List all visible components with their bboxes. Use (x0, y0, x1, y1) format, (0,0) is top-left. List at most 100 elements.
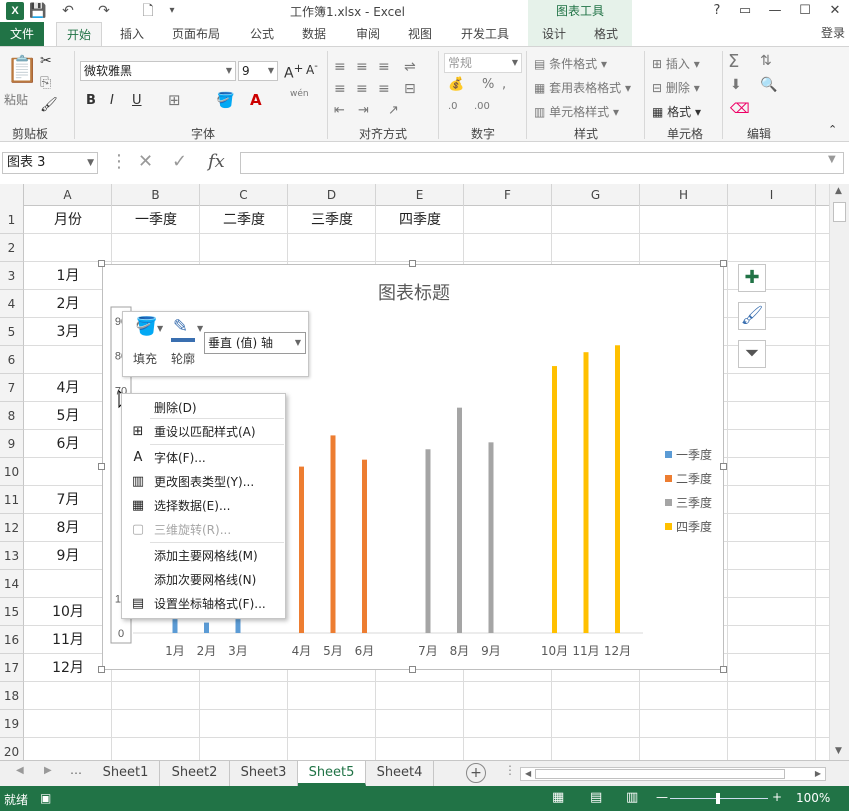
x-tick-label[interactable]: 11月 (572, 644, 599, 658)
align-left-icon[interactable]: ≡ (334, 81, 346, 97)
increase-indent-icon[interactable]: ⇥ (358, 103, 369, 118)
outline-label[interactable]: 轮廓 (171, 350, 195, 367)
tab-data[interactable]: 数据 (292, 22, 336, 46)
tab-review[interactable]: 审阅 (346, 22, 390, 46)
scroll-left-icon[interactable]: ◀ (525, 769, 531, 778)
bold-button[interactable]: B (86, 93, 96, 108)
cell-b1[interactable]: 一季度 (112, 206, 200, 234)
horizontal-scrollbar[interactable]: ◀ ▶ (520, 767, 826, 781)
redo-icon[interactable]: ↷ (94, 2, 114, 20)
paste-icon[interactable]: 📋 (6, 55, 38, 85)
cell-c1[interactable]: 二季度 (200, 206, 288, 234)
row-header[interactable]: 20 (0, 738, 24, 760)
x-tick-label[interactable]: 9月 (481, 644, 501, 658)
formula-input[interactable] (240, 152, 844, 174)
tab-file[interactable]: 文件 (0, 22, 44, 46)
comma-style-icon[interactable]: , (502, 77, 506, 92)
sheet-tab[interactable]: Sheet1 (92, 761, 160, 786)
chevron-down-icon[interactable]: ▼ (157, 324, 163, 333)
scroll-right-icon[interactable]: ▶ (815, 769, 821, 778)
font-color-icon[interactable]: A (250, 91, 262, 109)
column-header[interactable]: D (288, 184, 376, 206)
sheet-tab[interactable]: Sheet4 (366, 761, 434, 786)
cell-a1[interactable]: 月份 (24, 206, 112, 234)
font-size-combo[interactable]: 9 ▼ (238, 61, 278, 81)
bar-3-7[interactable] (425, 449, 431, 633)
chevron-down-icon[interactable]: ▼ (197, 324, 203, 333)
paste-button-label[interactable]: 粘贴 (4, 91, 28, 108)
page-layout-view-icon[interactable]: ▤ (590, 790, 602, 805)
cell-styles-button[interactable]: ▥ 单元格样式 ▾ (534, 103, 619, 120)
scroll-right-icon[interactable]: ▶ (44, 765, 52, 776)
bar-1-2[interactable] (204, 622, 209, 633)
scrollbar-thumb[interactable] (833, 202, 846, 222)
bar-3-9[interactable] (488, 442, 494, 633)
fill-down-icon[interactable]: ⬇ (730, 77, 742, 93)
decrease-decimal-icon[interactable]: .00 (474, 101, 490, 112)
x-tick-label[interactable]: 10月 (541, 644, 568, 658)
scroll-down-icon[interactable]: ▼ (835, 746, 842, 756)
row-header[interactable]: 18 (0, 682, 24, 710)
insert-cells-button[interactable]: ⊞ 插入 ▾ (652, 55, 700, 72)
font-name-combo[interactable]: 微软雅黑 ▼ (80, 61, 236, 81)
x-tick-label[interactable]: 2月 (197, 644, 217, 658)
scrollbar-thumb[interactable] (535, 769, 785, 779)
cell-e1[interactable]: 四季度 (376, 206, 464, 234)
ribbon-display-options-button[interactable]: ▭ (732, 1, 758, 21)
increase-font-icon[interactable]: A+ (284, 61, 303, 82)
row-header[interactable]: 4 (0, 290, 24, 318)
x-tick-label[interactable]: 8月 (450, 644, 470, 658)
cell-d1[interactable]: 三季度 (288, 206, 376, 234)
underline-button[interactable]: U (132, 93, 142, 108)
fill-color-icon[interactable]: 🪣 (216, 91, 235, 109)
borders-icon[interactable]: ⊞ (168, 91, 181, 109)
chart-styles-button[interactable]: 🖌 (738, 302, 766, 330)
x-tick-label[interactable]: 5月 (323, 644, 343, 658)
find-select-icon[interactable]: 🔍 (760, 77, 777, 93)
cell-a16[interactable]: 11月 (24, 626, 112, 654)
wrap-text-icon[interactable]: ⇌ (404, 59, 416, 75)
tab-developer[interactable]: 开发工具 (450, 22, 520, 46)
bar-2-5[interactable] (330, 435, 336, 633)
cut-icon[interactable]: ✂ (40, 53, 52, 69)
expand-formula-icon[interactable]: ▼ (828, 154, 836, 165)
save-icon[interactable]: 💾 (28, 2, 48, 20)
cancel-icon[interactable]: ✕ (138, 151, 153, 172)
zoom-in-icon[interactable]: + (772, 790, 782, 804)
undo-icon[interactable]: ↶ (58, 2, 78, 20)
print-preview-icon[interactable]: 🗋 (138, 2, 158, 20)
conditional-format-button[interactable]: ▤ 条件格式 ▾ (534, 55, 607, 72)
chart-element-select[interactable]: 垂直 (值) 轴 ▼ (204, 332, 306, 354)
cell-a4[interactable]: 2月 (24, 290, 112, 318)
y-tick-label[interactable]: 0 (118, 628, 124, 640)
cell-a12[interactable]: 8月 (24, 514, 112, 542)
align-center-icon[interactable]: ≡ (356, 81, 368, 97)
bar-3-8[interactable] (457, 407, 462, 633)
orientation-icon[interactable]: ↗ (388, 103, 399, 118)
row-header[interactable]: 15 (0, 598, 24, 626)
resize-handle[interactable] (409, 260, 416, 267)
scroll-left-icon[interactable]: ◀ (16, 765, 24, 776)
bar-4-12[interactable] (615, 345, 620, 633)
cell-a8[interactable]: 5月 (24, 402, 112, 430)
context-menu-item[interactable]: ▦ 选择数据(E)... (122, 494, 285, 518)
page-break-view-icon[interactable]: ▥ (626, 790, 638, 805)
delete-cells-button[interactable]: ⊟ 删除 ▾ (652, 79, 700, 96)
fill-label[interactable]: 填充 (133, 350, 157, 367)
close-button[interactable]: ✕ (822, 1, 848, 21)
context-menu-item[interactable]: ▤ 设置坐标轴格式(F)... (122, 592, 285, 616)
row-header[interactable]: 5 (0, 318, 24, 346)
context-menu-item[interactable]: ▥ 更改图表类型(Y)... (122, 470, 285, 494)
outline-pen-icon[interactable]: ✎ (173, 316, 188, 337)
tab-view[interactable]: 视图 (398, 22, 442, 46)
x-tick-label[interactable]: 3月 (228, 644, 248, 658)
context-menu-item[interactable]: A 字体(F)... (122, 446, 285, 470)
login-link[interactable]: 登录 (821, 24, 845, 41)
legend-entry[interactable]: 一季度 (676, 447, 712, 462)
accounting-format-icon[interactable]: 💰 (448, 77, 464, 92)
enter-icon[interactable]: ✓ (172, 151, 187, 172)
context-menu-item[interactable]: ⊞ 重设以匹配样式(A) (122, 420, 285, 444)
bar-4-11[interactable] (583, 352, 589, 633)
row-header[interactable]: 14 (0, 570, 24, 598)
decrease-indent-icon[interactable]: ⇤ (334, 103, 345, 118)
